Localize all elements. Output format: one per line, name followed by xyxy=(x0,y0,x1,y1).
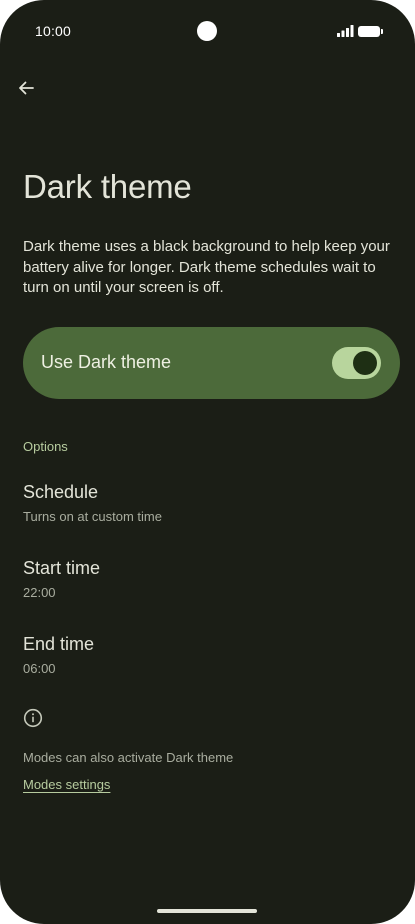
camera-cutout xyxy=(197,21,217,41)
signal-icon xyxy=(337,25,354,37)
pref-summary: Turns on at custom time xyxy=(23,509,162,524)
switch-thumb xyxy=(353,351,377,375)
pref-title: Start time xyxy=(23,558,101,578)
page-title: Dark theme xyxy=(23,168,192,205)
status-time: 10:00 xyxy=(35,23,72,39)
page-description: Dark theme uses a black background to he… xyxy=(23,238,390,296)
status-icons xyxy=(337,24,383,38)
arrow-back-icon xyxy=(19,81,34,95)
pref-summary: 06:00 xyxy=(23,661,56,676)
battery-icon xyxy=(358,25,383,37)
info-icon xyxy=(23,708,43,728)
gesture-nav-handle[interactable] xyxy=(157,909,257,913)
back-button[interactable] xyxy=(12,74,40,102)
pref-summary: 22:00 xyxy=(23,585,56,600)
pref-title: Schedule xyxy=(23,482,99,502)
phone-screen: 10:00 Dark theme Dark theme uses a black… xyxy=(0,0,415,924)
use-dark-theme-toggle-card[interactable]: Use Dark theme xyxy=(23,327,400,399)
schedule-preference[interactable]: Schedule Turns on at custom time xyxy=(0,482,415,544)
options-section-header: Options xyxy=(23,439,68,454)
pref-title: End time xyxy=(23,634,95,654)
toggle-label: Use Dark theme xyxy=(41,352,172,372)
end-time-preference[interactable]: End time 06:00 xyxy=(0,634,415,696)
start-time-preference[interactable]: Start time 22:00 xyxy=(0,558,415,620)
footer-info-text: Modes can also activate Dark theme xyxy=(23,750,234,765)
dark-theme-switch[interactable] xyxy=(332,347,381,379)
modes-settings-link[interactable]: Modes settings xyxy=(23,777,110,792)
